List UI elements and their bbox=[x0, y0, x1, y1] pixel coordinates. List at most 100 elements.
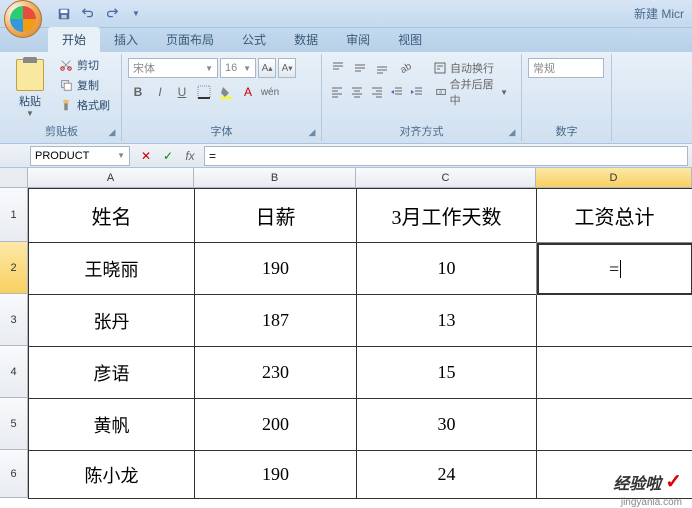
name-box[interactable]: PRODUCT ▼ bbox=[30, 146, 130, 166]
watermark-url: jingyanla.com bbox=[621, 497, 682, 508]
col-header-b[interactable]: B bbox=[194, 168, 356, 188]
quick-access-toolbar: ▼ bbox=[54, 4, 146, 24]
row-header-1[interactable]: 1 bbox=[0, 188, 28, 242]
increase-indent-button[interactable] bbox=[408, 82, 426, 102]
orientation-button[interactable]: ab bbox=[394, 58, 414, 78]
row-header-4[interactable]: 4 bbox=[0, 346, 28, 398]
font-name-select[interactable]: 宋体 ▼ bbox=[128, 58, 218, 78]
row-header-5[interactable]: 5 bbox=[0, 398, 28, 450]
font-size-value: 16 bbox=[225, 62, 237, 74]
alignment-dialog-launcher[interactable]: ◢ bbox=[506, 126, 518, 138]
font-color-button[interactable]: A bbox=[238, 82, 258, 102]
paste-button[interactable]: 粘贴 ▼ bbox=[8, 56, 52, 124]
data-cell[interactable] bbox=[537, 295, 692, 347]
phonetic-button[interactable]: wén bbox=[260, 82, 280, 102]
data-cell[interactable]: 黄帆 bbox=[29, 399, 195, 451]
paste-icon bbox=[16, 59, 44, 91]
font-dialog-launcher[interactable]: ◢ bbox=[306, 126, 318, 138]
data-cell[interactable] bbox=[537, 399, 692, 451]
tab-home[interactable]: 开始 bbox=[48, 27, 100, 52]
data-cell[interactable]: 30 bbox=[357, 399, 537, 451]
align-middle-icon bbox=[353, 61, 367, 75]
italic-button[interactable]: I bbox=[150, 82, 170, 102]
orientation-icon: ab bbox=[397, 61, 411, 75]
data-cell[interactable]: 张丹 bbox=[29, 295, 195, 347]
fx-button[interactable]: fx bbox=[180, 147, 200, 165]
align-center-button[interactable] bbox=[348, 82, 366, 102]
data-cell[interactable]: 13 bbox=[357, 295, 537, 347]
data-cell[interactable]: 190 bbox=[195, 451, 357, 499]
office-button[interactable] bbox=[4, 0, 42, 38]
clipboard-group-label: 剪贴板 bbox=[2, 123, 121, 139]
col-header-a[interactable]: A bbox=[28, 168, 194, 188]
tab-view[interactable]: 视图 bbox=[384, 27, 436, 52]
fill-color-button[interactable] bbox=[216, 82, 236, 102]
data-cell[interactable]: 230 bbox=[195, 347, 357, 399]
row-header-6[interactable]: 6 bbox=[0, 450, 28, 498]
accept-formula-button[interactable]: ✓ bbox=[158, 147, 178, 165]
cancel-formula-button[interactable]: ✕ bbox=[136, 147, 156, 165]
data-cell[interactable]: 10 bbox=[357, 243, 537, 295]
data-cell[interactable]: 24 bbox=[357, 451, 537, 499]
data-cell[interactable]: 190 bbox=[195, 243, 357, 295]
align-top-button[interactable] bbox=[328, 58, 348, 78]
underline-button[interactable]: U bbox=[172, 82, 192, 102]
formula-input[interactable]: = bbox=[204, 146, 688, 166]
col-header-c[interactable]: C bbox=[356, 168, 536, 188]
undo-button[interactable] bbox=[78, 4, 98, 24]
tab-insert[interactable]: 插入 bbox=[100, 27, 152, 52]
align-middle-button[interactable] bbox=[350, 58, 370, 78]
tab-page-layout[interactable]: 页面布局 bbox=[152, 27, 228, 52]
qat-customize[interactable]: ▼ bbox=[126, 4, 146, 24]
font-name-value: 宋体 bbox=[133, 60, 155, 76]
merge-label: 合并后居中 bbox=[450, 76, 497, 108]
grow-font-button[interactable]: A▴ bbox=[258, 58, 276, 78]
alignment-group-label: 对齐方式 bbox=[322, 123, 521, 139]
data-cell[interactable]: 陈小龙 bbox=[29, 451, 195, 499]
font-size-select[interactable]: 16 ▼ bbox=[220, 58, 256, 78]
row-header-2[interactable]: 2 bbox=[0, 242, 28, 294]
cut-button[interactable]: 剪切 bbox=[56, 56, 113, 74]
tab-data[interactable]: 数据 bbox=[280, 27, 332, 52]
data-cell[interactable]: 15 bbox=[357, 347, 537, 399]
row-header-3[interactable]: 3 bbox=[0, 294, 28, 346]
wrap-text-button[interactable]: 自动换行 bbox=[426, 58, 501, 78]
tab-review[interactable]: 审阅 bbox=[332, 27, 384, 52]
align-bottom-button[interactable] bbox=[372, 58, 392, 78]
tab-formulas[interactable]: 公式 bbox=[228, 27, 280, 52]
data-cell[interactable]: 王晓丽 bbox=[29, 243, 195, 295]
save-button[interactable] bbox=[54, 4, 74, 24]
col-header-d[interactable]: D bbox=[536, 168, 692, 188]
align-left-button[interactable] bbox=[328, 82, 346, 102]
bold-button[interactable]: B bbox=[128, 82, 148, 102]
redo-icon bbox=[105, 7, 119, 21]
header-cell[interactable]: 日薪 bbox=[195, 189, 357, 243]
redo-button[interactable] bbox=[102, 4, 122, 24]
svg-text:a: a bbox=[439, 90, 442, 96]
data-cell[interactable]: 187 bbox=[195, 295, 357, 347]
data-cell[interactable] bbox=[537, 347, 692, 399]
number-format-select[interactable]: 常规 bbox=[528, 58, 604, 78]
data-cell[interactable]: 200 bbox=[195, 399, 357, 451]
border-button[interactable] bbox=[194, 82, 214, 102]
copy-button[interactable]: 复制 bbox=[56, 76, 113, 94]
indent-left-icon bbox=[390, 85, 404, 99]
group-font: 宋体 ▼ 16 ▼ A▴ A▾ B I U bbox=[122, 54, 322, 141]
shrink-font-button[interactable]: A▾ bbox=[278, 58, 296, 78]
header-cell[interactable]: 3月工作天数 bbox=[357, 189, 537, 243]
merge-center-button[interactable]: a 合并后居中 ▼ bbox=[428, 82, 515, 102]
name-box-value: PRODUCT bbox=[35, 150, 89, 162]
scissors-icon bbox=[59, 58, 73, 72]
data-cell[interactable]: = bbox=[537, 243, 692, 295]
border-icon bbox=[197, 85, 211, 99]
data-cell[interactable]: 彦语 bbox=[29, 347, 195, 399]
align-right-button[interactable] bbox=[368, 82, 386, 102]
wrap-icon bbox=[433, 61, 447, 75]
watermark-text: 经验啦 bbox=[613, 470, 661, 494]
select-all-corner[interactable] bbox=[0, 168, 28, 188]
clipboard-dialog-launcher[interactable]: ◢ bbox=[106, 126, 118, 138]
decrease-indent-button[interactable] bbox=[388, 82, 406, 102]
header-cell[interactable]: 工资总计 bbox=[537, 189, 692, 243]
format-painter-button[interactable]: 格式刷 bbox=[56, 96, 113, 114]
header-cell[interactable]: 姓名 bbox=[29, 189, 195, 243]
